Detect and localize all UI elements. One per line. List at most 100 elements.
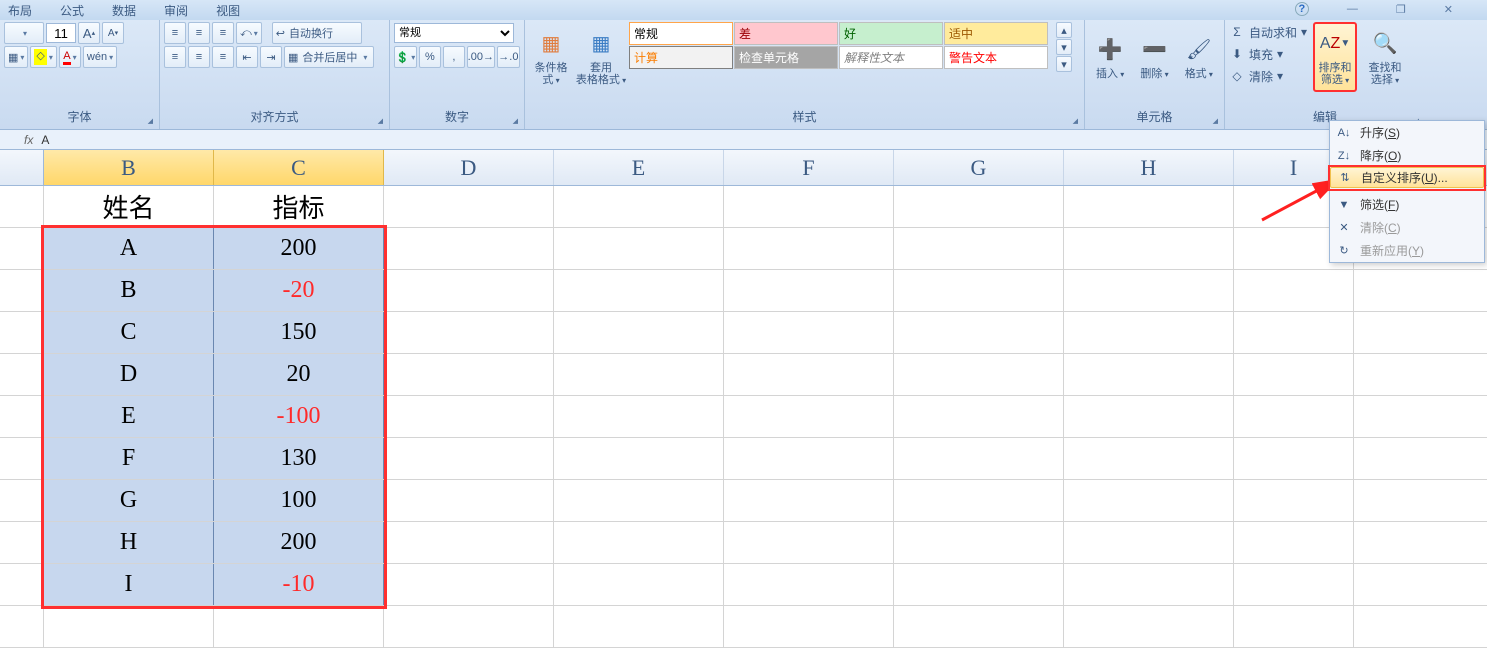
cell[interactable]: [894, 270, 1064, 311]
cell[interactable]: 130: [214, 438, 384, 479]
cell[interactable]: -100: [214, 396, 384, 437]
cell[interactable]: [724, 522, 894, 563]
cell[interactable]: [1064, 354, 1234, 395]
cell[interactable]: I: [44, 564, 214, 605]
cell[interactable]: [384, 438, 554, 479]
align-middle-button[interactable]: ≡: [188, 22, 210, 44]
cell[interactable]: [384, 228, 554, 269]
cell[interactable]: [1064, 312, 1234, 353]
custom-sort-item[interactable]: ⇅自定义排序(U)...: [1330, 167, 1484, 188]
cell[interactable]: D: [44, 354, 214, 395]
format-as-table-button[interactable]: ▦ 套用 表格格式: [579, 22, 623, 92]
cell[interactable]: [894, 396, 1064, 437]
column-header[interactable]: E: [554, 150, 724, 185]
cell[interactable]: [1064, 270, 1234, 311]
cell[interactable]: 指标: [214, 186, 384, 227]
format-button[interactable]: 🖌格式: [1178, 22, 1220, 92]
cell[interactable]: [894, 606, 1064, 647]
align-top-button[interactable]: ≡: [164, 22, 186, 44]
merge-center-button[interactable]: ▦合并后居中: [284, 46, 374, 68]
cell[interactable]: [1234, 438, 1354, 479]
cell[interactable]: [1234, 312, 1354, 353]
cell[interactable]: [724, 480, 894, 521]
style-cell[interactable]: 解释性文本: [839, 46, 943, 69]
cell[interactable]: [384, 480, 554, 521]
cell[interactable]: [1064, 606, 1234, 647]
menu-review[interactable]: 审阅: [164, 2, 188, 19]
style-cell[interactable]: 计算: [629, 46, 733, 69]
cell[interactable]: C: [44, 312, 214, 353]
cell[interactable]: [1064, 228, 1234, 269]
cell[interactable]: 100: [214, 480, 384, 521]
cell[interactable]: [554, 438, 724, 479]
cell[interactable]: [1234, 606, 1354, 647]
cell[interactable]: [894, 186, 1064, 227]
menu-data[interactable]: 数据: [112, 2, 136, 19]
cell[interactable]: -20: [214, 270, 384, 311]
cell[interactable]: [384, 396, 554, 437]
insert-button[interactable]: ➕插入: [1089, 22, 1131, 92]
cell[interactable]: [1064, 396, 1234, 437]
cell[interactable]: [1064, 438, 1234, 479]
align-center-button[interactable]: ≡: [188, 46, 210, 68]
cell[interactable]: -10: [214, 564, 384, 605]
cell[interactable]: [384, 564, 554, 605]
decrease-decimal-button[interactable]: →.0: [497, 46, 520, 68]
cell[interactable]: E: [44, 396, 214, 437]
number-format-combo[interactable]: 常规: [394, 23, 514, 43]
cell[interactable]: [894, 480, 1064, 521]
find-select-button[interactable]: 🔍 查找和 选择: [1363, 22, 1407, 92]
cell[interactable]: [554, 480, 724, 521]
style-cell[interactable]: 差: [734, 22, 838, 45]
cell[interactable]: [554, 228, 724, 269]
style-cell[interactable]: 常规: [629, 22, 733, 45]
align-right-button[interactable]: ≡: [212, 46, 234, 68]
cell[interactable]: [724, 312, 894, 353]
cell[interactable]: F: [44, 438, 214, 479]
cell[interactable]: [724, 396, 894, 437]
filter-item[interactable]: ▼筛选(F): [1330, 193, 1484, 216]
cell[interactable]: [1064, 186, 1234, 227]
cell[interactable]: [724, 438, 894, 479]
cell[interactable]: [384, 312, 554, 353]
align-bottom-button[interactable]: ≡: [212, 22, 234, 44]
cell[interactable]: [554, 354, 724, 395]
cell[interactable]: [894, 438, 1064, 479]
cell[interactable]: [384, 270, 554, 311]
help-icon[interactable]: ?: [1295, 2, 1309, 16]
menu-view[interactable]: 视图: [216, 2, 240, 19]
column-header[interactable]: F: [724, 150, 894, 185]
cell[interactable]: [554, 606, 724, 647]
font-color-button[interactable]: A: [59, 46, 81, 68]
style-cell[interactable]: 警告文本: [944, 46, 1048, 69]
cell[interactable]: [724, 354, 894, 395]
increase-font-button[interactable]: A▴: [78, 22, 100, 44]
cell[interactable]: [554, 396, 724, 437]
cell[interactable]: 20: [214, 354, 384, 395]
clear-button[interactable]: ◇清除 ▾: [1229, 66, 1307, 86]
cell[interactable]: 姓名: [44, 186, 214, 227]
indent-dec-button[interactable]: ⇤: [236, 46, 258, 68]
cell[interactable]: [214, 606, 384, 647]
cell[interactable]: G: [44, 480, 214, 521]
cell[interactable]: [894, 228, 1064, 269]
fill-color-button[interactable]: ◇: [30, 46, 56, 68]
border-button[interactable]: ▦: [4, 46, 28, 68]
cell[interactable]: [724, 606, 894, 647]
cell[interactable]: [1234, 522, 1354, 563]
cell[interactable]: [554, 186, 724, 227]
cell[interactable]: [894, 354, 1064, 395]
cell[interactable]: [44, 606, 214, 647]
cell[interactable]: [1064, 522, 1234, 563]
formula-content[interactable]: A: [41, 133, 49, 147]
cell[interactable]: [1234, 270, 1354, 311]
percent-button[interactable]: %: [419, 46, 441, 68]
sort-desc-item[interactable]: Z↓降序(O): [1330, 144, 1484, 167]
style-cell[interactable]: 好: [839, 22, 943, 45]
sort-filter-button[interactable]: AZ▼ 排序和 筛选: [1313, 22, 1357, 92]
close-icon[interactable]: ✕: [1444, 3, 1453, 16]
decrease-font-button[interactable]: A▾: [102, 22, 124, 44]
menu-layout[interactable]: 布局: [8, 2, 32, 19]
cell[interactable]: [554, 312, 724, 353]
orientation-button[interactable]: ⤺: [236, 22, 262, 44]
